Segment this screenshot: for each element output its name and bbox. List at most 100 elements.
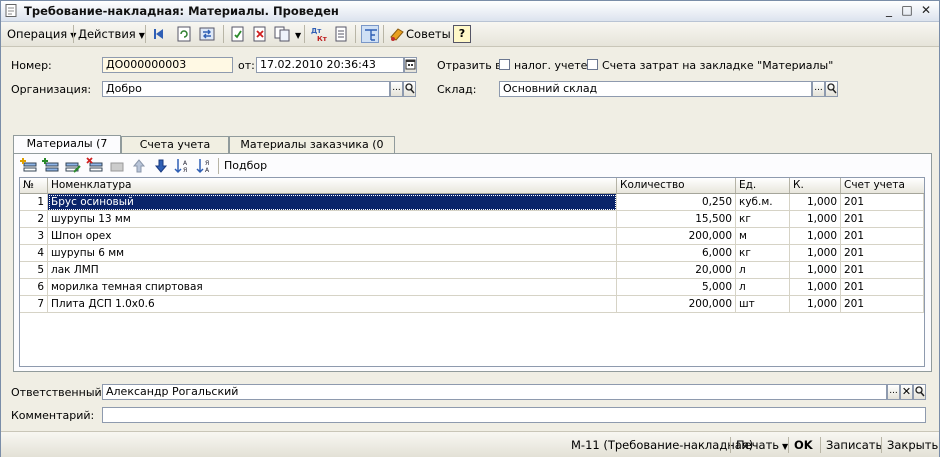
add-row-icon[interactable]	[20, 157, 38, 175]
save-button[interactable]: Записать	[826, 438, 882, 452]
cell-nomenclature[interactable]: шурупы 6 мм	[48, 245, 617, 262]
cancel-posting-icon[interactable]	[251, 25, 269, 43]
copy-row-icon[interactable]	[42, 157, 60, 175]
refresh-document-icon[interactable]	[175, 25, 193, 43]
cell-quantity[interactable]: 6,000	[617, 245, 736, 262]
move-down-icon[interactable]	[152, 157, 170, 175]
cell-account[interactable]: 201	[841, 296, 924, 313]
cell-account[interactable]: 201	[841, 228, 924, 245]
cell-quantity[interactable]: 200,000	[617, 228, 736, 245]
column-header-nomenclature[interactable]: Номенклатура	[48, 178, 617, 193]
sort-ascending-icon[interactable]: АЯ	[174, 157, 192, 175]
move-up-icon[interactable]	[130, 157, 148, 175]
actions-menu[interactable]: Действия ▼	[78, 26, 145, 42]
organization-select-button[interactable]: ...	[390, 81, 403, 97]
cell-quantity[interactable]: 0,250	[617, 194, 736, 211]
search-icon[interactable]	[825, 81, 838, 97]
title-bar[interactable]: Требование-накладная: Материалы. Проведе…	[1, 1, 939, 22]
column-header-quantity[interactable]: Количество	[617, 178, 736, 193]
exchange-icon[interactable]	[198, 25, 216, 43]
search-icon[interactable]	[403, 81, 416, 97]
responsible-select-button[interactable]: ...	[887, 384, 900, 400]
column-header-account[interactable]: Счет учета	[841, 178, 924, 193]
cell-coefficient[interactable]: 1,000	[790, 262, 841, 279]
end-edit-icon[interactable]	[108, 157, 126, 175]
cell-coefficient[interactable]: 1,000	[790, 279, 841, 296]
cell-account[interactable]: 201	[841, 262, 924, 279]
cell-coefficient[interactable]: 1,000	[790, 245, 841, 262]
help-button[interactable]: ?	[453, 25, 471, 43]
warehouse-field[interactable]: Основний склад	[499, 81, 812, 97]
copy-document-icon[interactable]	[273, 25, 291, 43]
cell-coefficient[interactable]: 1,000	[790, 296, 841, 313]
cell-nomenclature[interactable]: Брус осиновый	[48, 194, 617, 211]
operation-menu[interactable]: Операция▼	[7, 26, 76, 42]
comment-field[interactable]	[102, 407, 926, 423]
cell-number[interactable]: 6	[20, 279, 48, 296]
search-icon[interactable]	[913, 384, 926, 400]
table-row[interactable]: 4 шурупы 6 мм 6,000 кг 1,000 201	[20, 245, 924, 262]
cell-nomenclature[interactable]: морилка темная спиртовая	[48, 279, 617, 296]
cell-coefficient[interactable]: 1,000	[790, 211, 841, 228]
materials-table[interactable]: № Номенклатура Количество Ед. К. Счет уч…	[19, 177, 925, 367]
table-row[interactable]: 3 Шпон орех 200,000 м 1,000 201	[20, 228, 924, 245]
cell-unit[interactable]: л	[736, 262, 790, 279]
cell-number[interactable]: 2	[20, 211, 48, 228]
delete-row-icon[interactable]	[86, 157, 104, 175]
tab-customer-materials[interactable]: Материалы заказчика (0 поз.)	[229, 136, 395, 167]
cell-unit[interactable]: м	[736, 228, 790, 245]
calendar-icon[interactable]	[404, 57, 417, 73]
table-row[interactable]: 1 Брус осиновый 0,250 куб.м. 1,000 201	[20, 194, 924, 211]
cell-unit[interactable]: кг	[736, 245, 790, 262]
cell-unit[interactable]: кг	[736, 211, 790, 228]
tab-materials[interactable]: Материалы (7 поз.)	[13, 135, 121, 166]
column-header-number[interactable]: №	[20, 178, 48, 193]
number-field[interactable]: ДО000000003	[102, 57, 233, 73]
organization-field[interactable]: Добро	[102, 81, 390, 97]
close-button[interactable]: Закрыть	[887, 438, 938, 452]
cell-account[interactable]: 201	[841, 211, 924, 228]
responsible-field[interactable]: Александр Рогальский	[102, 384, 887, 400]
advice-button[interactable]: Советы	[406, 26, 451, 42]
table-row[interactable]: 5 лак ЛМП 20,000 л 1,000 201	[20, 262, 924, 279]
maximize-button[interactable]: □	[899, 3, 915, 18]
cost-accounts-checkbox[interactable]	[587, 59, 598, 70]
cell-quantity[interactable]: 15,500	[617, 211, 736, 228]
back-arrow-icon[interactable]	[151, 25, 169, 43]
selection-button[interactable]: Подбор	[224, 159, 267, 173]
column-header-unit[interactable]: Ед.	[736, 178, 790, 193]
print-menu[interactable]: Печать ▼	[736, 438, 788, 452]
cell-account[interactable]: 201	[841, 194, 924, 211]
cell-number[interactable]: 4	[20, 245, 48, 262]
clear-icon[interactable]: ✕	[900, 384, 913, 400]
dt-kt-icon[interactable]: Дт Кт	[310, 25, 328, 43]
cell-unit[interactable]: л	[736, 279, 790, 296]
cell-number[interactable]: 1	[20, 194, 48, 211]
cell-number[interactable]: 5	[20, 262, 48, 279]
cell-nomenclature[interactable]: шурупы 13 мм	[48, 211, 617, 228]
journal-icon[interactable]	[332, 25, 350, 43]
cell-number[interactable]: 3	[20, 228, 48, 245]
table-row[interactable]: 6 морилка темная спиртовая 5,000 л 1,000 201	[20, 279, 924, 296]
cell-number[interactable]: 7	[20, 296, 48, 313]
post-document-icon[interactable]	[229, 25, 247, 43]
cell-unit[interactable]: шт	[736, 296, 790, 313]
cell-quantity[interactable]: 20,000	[617, 262, 736, 279]
cell-quantity[interactable]: 5,000	[617, 279, 736, 296]
cell-nomenclature[interactable]: Плита ДСП 1.0х0.6	[48, 296, 617, 313]
structure-icon[interactable]	[361, 25, 379, 43]
date-field[interactable]: 17.02.2010 20:36:43	[256, 57, 404, 73]
tax-accounting-checkbox[interactable]	[499, 59, 510, 70]
warehouse-select-button[interactable]: ...	[812, 81, 825, 97]
sort-descending-icon[interactable]: ЯА	[196, 157, 214, 175]
edit-row-icon[interactable]	[64, 157, 82, 175]
form-print-button[interactable]: М-11 (Требование-накладная)	[571, 438, 753, 452]
tab-cost-accounts[interactable]: Счета учета затрат	[121, 136, 229, 167]
close-window-button[interactable]: ✕	[918, 3, 934, 18]
cell-unit[interactable]: куб.м.	[736, 194, 790, 211]
cell-account[interactable]: 201	[841, 279, 924, 296]
copy-dropdown-arrow-icon[interactable]: ▼	[292, 26, 301, 42]
table-row[interactable]: 7 Плита ДСП 1.0х0.6 200,000 шт 1,000 201	[20, 296, 924, 313]
cell-account[interactable]: 201	[841, 245, 924, 262]
cell-coefficient[interactable]: 1,000	[790, 194, 841, 211]
